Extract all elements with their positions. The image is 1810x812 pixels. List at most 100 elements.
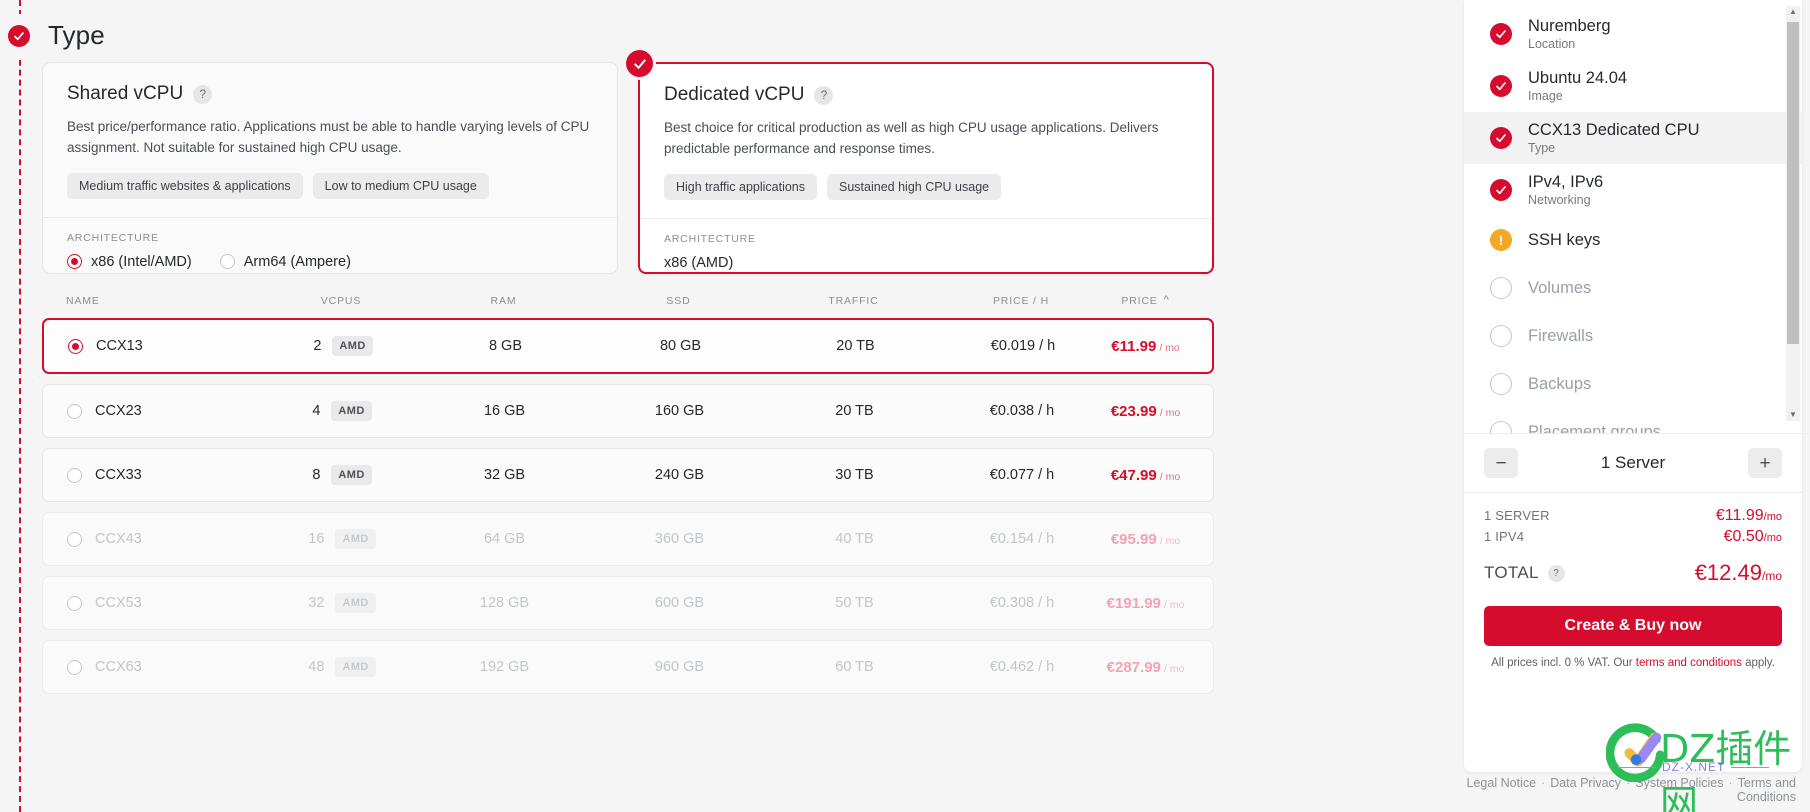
column-header-vcpus[interactable]: VCPUS: [266, 295, 416, 307]
row-vcpus: 48: [308, 659, 325, 675]
table-header-row: NAME VCPUS RAM SSD TRAFFIC PRICE / H PRI…: [42, 284, 1214, 318]
row-traffic: 60 TB: [835, 659, 874, 675]
sidebar-item-label: Backups: [1528, 374, 1592, 393]
row-price-per-hour: €0.308 / h: [989, 595, 1055, 611]
sidebar-scrollbar[interactable]: ▲ ▼: [1786, 6, 1800, 421]
sidebar-item-ubuntu-24-04[interactable]: Ubuntu 24.04 Image: [1464, 60, 1802, 112]
summary-sidebar: Nuremberg Location Ubuntu 24.04 Image CCX13 …: [1456, 0, 1810, 812]
column-header-ssd[interactable]: SSD: [591, 295, 766, 307]
total-line-server: 1 SERVER €11.99/mo: [1484, 507, 1782, 525]
column-header-price[interactable]: PRICE ^: [1101, 294, 1190, 307]
scrollbar-thumb[interactable]: [1787, 22, 1799, 344]
sidebar-item-subtitle: Networking: [1528, 193, 1591, 207]
footer-link-data-privacy[interactable]: Data Privacy: [1550, 776, 1621, 790]
row-price-cell: €11.99/ mo: [1103, 338, 1188, 355]
row-name: CCX23: [95, 403, 142, 419]
type-cards: Shared vCPU ? Best price/performance rat…: [42, 50, 1214, 274]
grand-total-unit: /mo: [1761, 569, 1782, 583]
row-traffic: 40 TB: [835, 531, 874, 547]
footer-separator: ·: [1541, 776, 1546, 790]
sidebar-item-placement-groups[interactable]: Placement groups: [1464, 408, 1802, 433]
radio-icon[interactable]: [219, 254, 235, 270]
row-cpu-badge: AMD: [331, 401, 372, 421]
sidebar-item-firewalls[interactable]: Firewalls: [1464, 312, 1802, 360]
type-card-dedicated-vcpu[interactable]: Dedicated vCPU ? Best choice for critica…: [626, 50, 1214, 274]
architecture-option-x86[interactable]: x86 (Intel/AMD): [67, 254, 192, 270]
row-ram: 32 GB: [483, 467, 526, 483]
server-quantity-label: 1 Server: [1600, 453, 1666, 472]
sidebar-item-ipv4-ipv6[interactable]: IPv4, IPv6 Networking: [1464, 164, 1802, 216]
footer-link-system-policies[interactable]: System Policies: [1635, 776, 1723, 790]
chip: High traffic applications: [664, 173, 818, 200]
row-price-cell: €287.99/ mo: [1102, 659, 1189, 676]
footer-separator: ·: [1626, 776, 1631, 790]
column-header-traffic[interactable]: TRAFFIC: [766, 295, 941, 307]
sidebar-item-label: Placement groups: [1528, 422, 1661, 434]
row-ssd: 360 GB: [654, 531, 705, 547]
architecture-option-label: x86 (Intel/AMD): [91, 253, 192, 270]
sidebar-item-label: CCX13 Dedicated CPU: [1528, 121, 1700, 139]
terms-and-conditions-link[interactable]: terms and conditions: [1636, 657, 1742, 669]
row-radio-icon[interactable]: [67, 659, 82, 675]
footer-link-terms-and-conditions[interactable]: Terms and Conditions: [1737, 776, 1796, 804]
total-line-amount: €0.50: [1723, 528, 1764, 545]
row-radio-icon[interactable]: [67, 403, 82, 419]
footer-links: Legal Notice · Data Privacy · System Policie…: [1456, 776, 1802, 804]
table-row[interactable]: CCX53 32 AMD 128 GB 600 GB 50 TB €0.308 / h €19…: [42, 576, 1214, 630]
column-header-ram[interactable]: RAM: [416, 295, 591, 307]
row-vcpus: 4: [312, 403, 321, 419]
scrollbar-track[interactable]: [1786, 18, 1800, 409]
row-price: €23.99: [1110, 402, 1157, 420]
row-radio-icon[interactable]: [68, 338, 83, 354]
row-radio-icon[interactable]: [67, 467, 82, 483]
row-price-unit: / mo: [1159, 341, 1180, 354]
sidebar-item-label: Ubuntu 24.04: [1528, 69, 1628, 87]
table-row[interactable]: CCX13 2 AMD 8 GB 80 GB 20 TB €0.019 / h €11.99/…: [42, 318, 1214, 374]
sidebar-item-label: IPv4, IPv6: [1528, 173, 1604, 191]
row-name: CCX63: [95, 659, 142, 675]
scroll-down-icon[interactable]: ▼: [1789, 409, 1797, 421]
total-line-unit: /mo: [1763, 532, 1782, 544]
row-ram: 8 GB: [488, 338, 523, 354]
totals-section: 1 SERVER €11.99/mo 1 IPV4 €0.50/mo TOTAL…: [1464, 493, 1802, 594]
decrement-quantity-button[interactable]: −: [1484, 448, 1518, 478]
buy-section: Create & Buy now All prices incl. 0 % VA…: [1464, 594, 1802, 689]
sidebar-item-ssh-keys[interactable]: ! SSH keys: [1464, 216, 1802, 264]
row-price-unit: / mo: [1159, 406, 1181, 419]
row-radio-icon[interactable]: [67, 531, 82, 547]
help-icon[interactable]: ?: [814, 85, 834, 105]
row-vcpus: 2: [313, 338, 322, 354]
step-pending-icon: [1490, 325, 1512, 347]
increment-quantity-button[interactable]: +: [1748, 448, 1782, 478]
row-ram: 16 GB: [483, 403, 526, 419]
total-line-ipv4: 1 IPV4 €0.50/mo: [1484, 528, 1782, 546]
architecture-option-arm64[interactable]: Arm64 (Ampere): [219, 254, 351, 270]
row-name: CCX43: [95, 531, 142, 547]
radio-icon[interactable]: [67, 254, 82, 270]
sidebar-item-nuremberg[interactable]: Nuremberg Location: [1464, 8, 1802, 60]
help-icon[interactable]: ?: [193, 84, 213, 104]
row-radio-icon[interactable]: [67, 595, 82, 611]
table-row[interactable]: CCX63 48 AMD 192 GB 960 GB 60 TB €0.462 / h €28…: [42, 640, 1214, 694]
row-traffic: 20 TB: [836, 338, 875, 354]
shared-card-title-row: Shared vCPU ?: [67, 83, 593, 105]
table-row[interactable]: CCX33 8 AMD 32 GB 240 GB 30 TB €0.077 / h €47.9…: [42, 448, 1214, 502]
sidebar-item-ccx13-dedicated-cpu[interactable]: CCX13 Dedicated CPU Type: [1464, 112, 1802, 164]
help-icon[interactable]: ?: [1547, 564, 1565, 582]
chip: Sustained high CPU usage: [827, 173, 1002, 200]
dedicated-card-body: Dedicated vCPU ? Best choice for critica…: [640, 64, 1212, 218]
total-line-key: 1 IPV4: [1484, 529, 1525, 544]
table-row[interactable]: CCX23 4 AMD 16 GB 160 GB 20 TB €0.038 / h €23.9…: [42, 384, 1214, 438]
column-header-price-per-hour[interactable]: PRICE / H: [941, 295, 1101, 307]
column-header-name[interactable]: NAME: [66, 295, 266, 307]
dedicated-card-title-row: Dedicated vCPU ?: [664, 84, 1188, 106]
sidebar-item-backups[interactable]: Backups: [1464, 360, 1802, 408]
type-card-shared-vcpu[interactable]: Shared vCPU ? Best price/performance rat…: [42, 62, 618, 274]
create-and-buy-button[interactable]: Create & Buy now: [1484, 606, 1782, 646]
step-complete-icon: [1490, 75, 1512, 97]
footer-link-legal-notice[interactable]: Legal Notice: [1467, 776, 1537, 790]
scroll-up-icon[interactable]: ▲: [1789, 6, 1797, 18]
row-ssd: 80 GB: [659, 338, 702, 354]
sidebar-item-volumes[interactable]: Volumes: [1464, 264, 1802, 312]
table-row[interactable]: CCX43 16 AMD 64 GB 360 GB 40 TB €0.154 / h €95.…: [42, 512, 1214, 566]
